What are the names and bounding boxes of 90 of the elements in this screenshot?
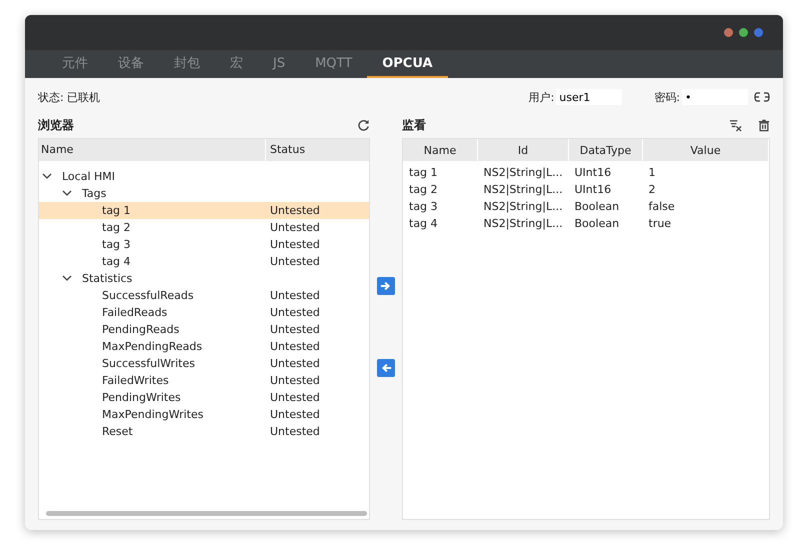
tree-item-label: tag 3 (102, 238, 131, 251)
password-field[interactable]: • (682, 89, 748, 105)
tree-row[interactable]: tag 2 Untested (39, 219, 369, 236)
caret-icon[interactable] (62, 190, 72, 197)
table-cell-text: tag 3 (408, 199, 439, 215)
status-text: Untested (269, 357, 320, 370)
tree-item-label: tag 2 (102, 221, 131, 234)
column-header: DataType (568, 139, 642, 161)
panel-title: 浏览器 (38, 116, 74, 134)
table-cell-text: NS2|String|L... (482, 216, 564, 232)
table-cell-text: 2 (648, 182, 656, 198)
table-cell-text: tag 2 (408, 182, 439, 198)
column-header: Value (642, 139, 768, 161)
status-text: Untested (269, 204, 320, 217)
status-text: Untested (269, 221, 320, 234)
field-label: 密码: (654, 90, 680, 104)
tree-item-label: FailedWrites (102, 374, 169, 387)
table-cell: UInt16 (568, 161, 642, 181)
tree-item-label: MaxPendingWrites (102, 408, 204, 421)
tree-row[interactable]: tag 4 Untested (39, 253, 369, 270)
tree-item-label: FailedReads (102, 306, 168, 319)
tree-row[interactable]: SuccessfulReads Untested (39, 287, 369, 304)
tree-item-label: PendingReads (102, 323, 180, 336)
tree-item-label: SuccessfulWrites (102, 357, 195, 370)
tree-row[interactable]: Reset Untested (39, 423, 369, 440)
status-text: Untested (269, 374, 320, 387)
window-control-dot[interactable] (739, 28, 748, 37)
right-arrow-icon (380, 281, 392, 291)
tab[interactable]: OPCUA (367, 50, 448, 78)
column-header: Name (39, 139, 266, 161)
tree-row[interactable]: FailedWrites Untested (39, 372, 369, 389)
login-icon[interactable] (754, 92, 770, 102)
tree-item-label: tag 1 (102, 204, 131, 217)
tree-row[interactable]: PendingReads Untested (39, 321, 369, 338)
table-cell: NS2|String|L... (478, 161, 568, 181)
table-cell-text: Boolean (574, 216, 620, 232)
tree-row[interactable]: PendingWrites Untested (39, 389, 369, 406)
tree-row[interactable]: tag 1 Untested (39, 202, 369, 219)
tree-item-label: Tags (82, 187, 106, 200)
table-cell-text: UInt16 (574, 182, 612, 198)
status-text: Untested (269, 306, 320, 319)
panel-title: 监看 (402, 116, 426, 134)
tree-row[interactable]: MaxPendingWrites Untested (39, 406, 369, 423)
status-text: Untested (269, 289, 320, 302)
status-text: Untested (269, 340, 320, 353)
status-text: Untested (269, 238, 320, 251)
tree-row[interactable]: Local HMI (39, 168, 369, 185)
window-control-dot[interactable] (754, 28, 763, 37)
tree-row[interactable]: Tags (39, 185, 369, 202)
clear-filter-icon[interactable] (729, 118, 742, 132)
add-arrow-button[interactable] (377, 277, 395, 295)
trash-icon[interactable] (758, 118, 770, 132)
table-cell-text: tag 4 (408, 216, 439, 232)
caret-icon[interactable] (42, 173, 52, 180)
remove-arrow-button[interactable] (377, 359, 395, 377)
tree-row[interactable]: SuccessfulWrites Untested (39, 355, 369, 372)
status-text: Untested (269, 408, 320, 421)
table-cell-text: true (648, 216, 672, 232)
tree-item-label: tag 4 (102, 255, 131, 268)
table-cell-text: Boolean (574, 199, 620, 215)
tree-item-label: Local HMI (62, 170, 116, 183)
scrollbar[interactable] (46, 511, 367, 516)
tree-item-label: MaxPendingReads (102, 340, 202, 353)
tree-item-label: Reset (102, 425, 133, 438)
column-header: Id (478, 139, 568, 161)
column-header: Status (269, 142, 306, 158)
window-control-dot[interactable] (724, 28, 733, 37)
table-cell-text: NS2|String|L... (482, 199, 564, 215)
user-field[interactable]: user1 (556, 89, 622, 105)
status-text: Untested (269, 255, 320, 268)
caret-icon[interactable] (62, 275, 72, 282)
refresh-icon[interactable] (357, 118, 370, 132)
tree-row[interactable]: FailedReads Untested (39, 304, 369, 321)
status-text: Untested (269, 323, 320, 336)
column-header: Name (403, 139, 478, 161)
table-cell: tag 1 (403, 161, 478, 181)
tree-row[interactable]: tag 3 Untested (39, 236, 369, 253)
table-cell-text: NS2|String|L... (482, 182, 564, 198)
tree-item-label: PendingWrites (102, 391, 181, 404)
status-text: Untested (269, 391, 320, 404)
left-arrow-icon (380, 363, 392, 373)
field-label: 用户: (528, 90, 554, 104)
tree-row[interactable]: MaxPendingReads Untested (39, 338, 369, 355)
status-text: Untested (269, 425, 320, 438)
status-text: 状态: 已联机 (38, 90, 100, 104)
table-cell: 1 (642, 161, 768, 181)
table-cell-text: false (648, 199, 676, 215)
tree-item-label: SuccessfulReads (102, 289, 194, 302)
tree-item-label: Statistics (82, 272, 132, 285)
tree-row[interactable]: Statistics (39, 270, 369, 287)
